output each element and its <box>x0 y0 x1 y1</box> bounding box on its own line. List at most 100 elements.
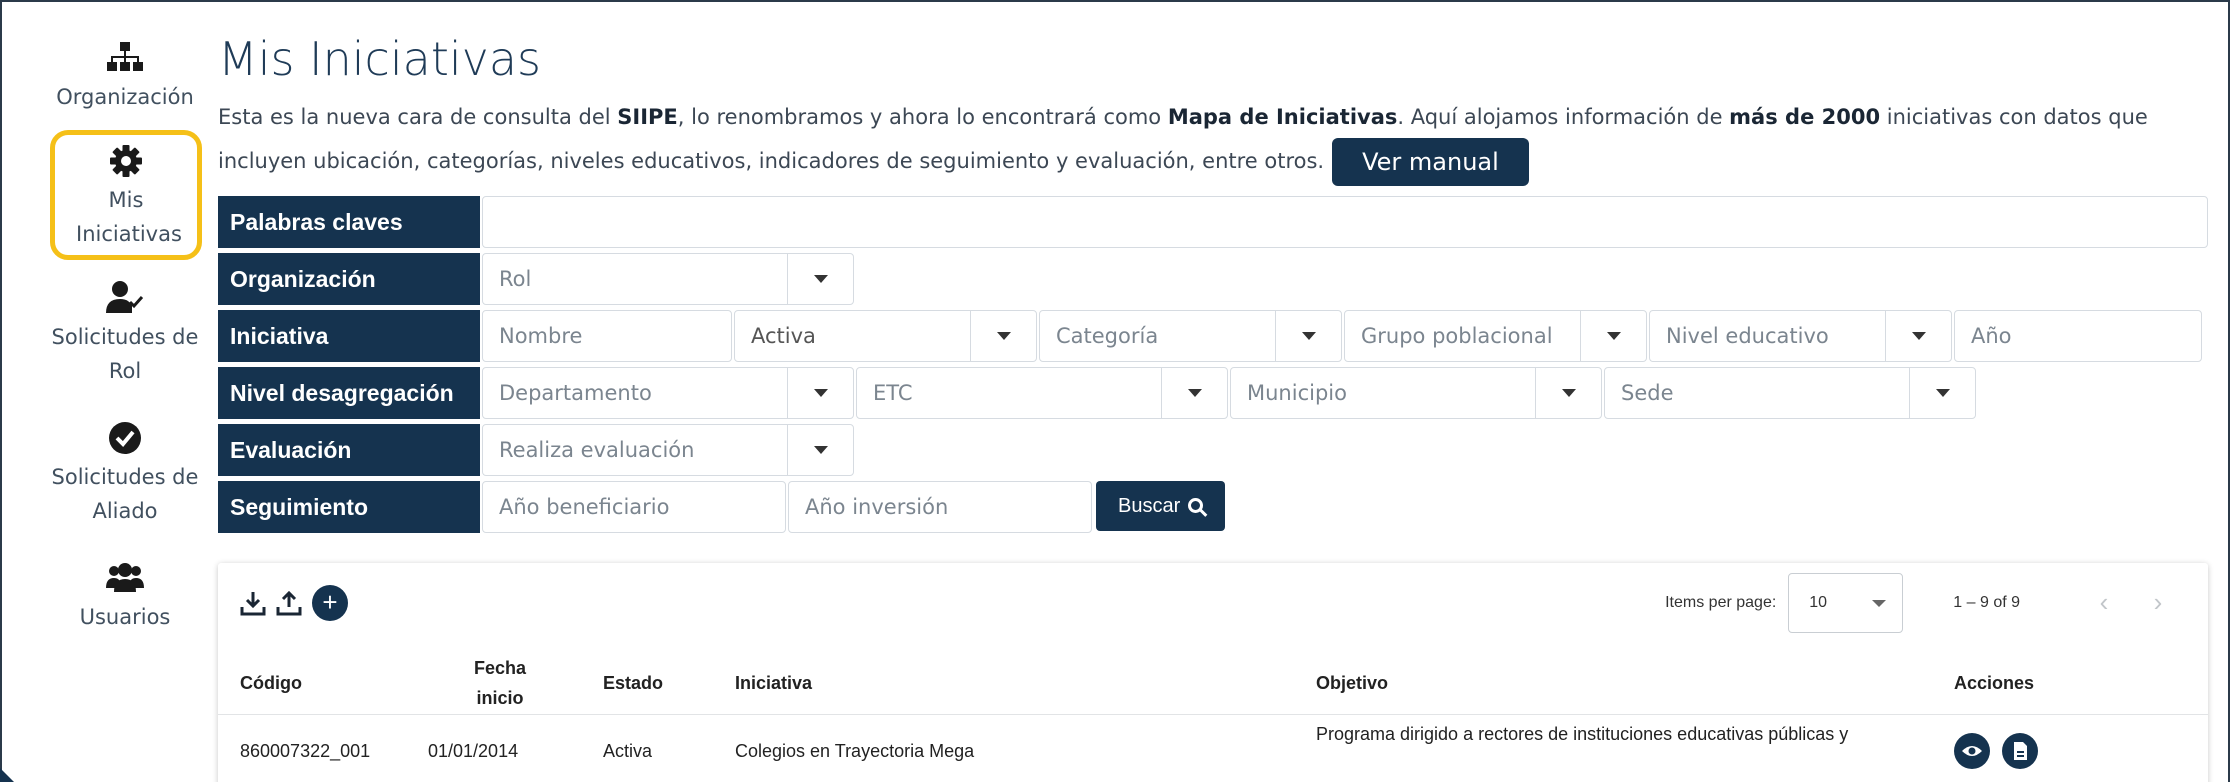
user-check-icon <box>106 281 144 313</box>
document-button[interactable] <box>2002 733 2038 769</box>
sede-select-value: Sede <box>1621 381 1674 405</box>
filter-row-evaluacion: Evaluación Realiza evaluación <box>218 424 2208 476</box>
intro-text-part: Esta es la nueva cara de consulta del <box>218 105 618 129</box>
search-icon <box>1188 498 1204 513</box>
previous-page-button[interactable]: ‹ <box>2084 583 2124 623</box>
buscar-button-label: Buscar <box>1118 495 1181 517</box>
categoria-select[interactable]: Categoría <box>1039 310 1342 362</box>
rol-select[interactable]: Rol <box>482 253 854 305</box>
departamento-select-value: Departamento <box>499 381 652 405</box>
table-row: 860007322_001 01/01/2014 Activa Colegios… <box>218 716 2208 782</box>
intro-text-part: , lo renombramos y ahora lo encontrará c… <box>677 105 1168 129</box>
municipio-select[interactable]: Municipio <box>1230 367 1602 419</box>
users-icon <box>106 563 144 592</box>
anio-beneficiario-input[interactable]: Año beneficiario <box>482 481 786 533</box>
anio-inversion-input[interactable]: Año inversión <box>788 481 1092 533</box>
filter-row-keywords: Palabras claves <box>218 196 2208 248</box>
intro-bold-siipe: SIIPE <box>617 105 678 129</box>
sidebar-item-label: Mis Iniciativas <box>76 188 182 246</box>
sidebar-item-label: Solicitudes de Aliado <box>51 465 199 523</box>
estado-select[interactable]: Activa <box>734 310 1037 362</box>
upload-icon[interactable] <box>276 589 302 617</box>
grupo-poblacional-select[interactable]: Grupo poblacional <box>1344 310 1647 362</box>
main-content: Mis Iniciativas Esta es la nueva cara de… <box>218 30 2208 538</box>
column-header-acciones: Acciones <box>1954 672 2035 693</box>
chevron-down-icon <box>1161 368 1227 418</box>
cell-iniciativa: Colegios en Trayectoria Mega <box>735 740 975 761</box>
chevron-down-icon <box>1275 311 1341 361</box>
sidebar-item-label: Organización <box>56 85 194 109</box>
eye-icon <box>1962 746 1982 756</box>
filter-form: Palabras claves Organización Rol Iniciat… <box>218 196 2208 533</box>
column-header-estado[interactable]: Estado <box>603 651 663 715</box>
sitemap-icon <box>107 42 143 71</box>
nombre-input[interactable]: Nombre <box>482 310 732 362</box>
rol-select-value: Rol <box>499 267 532 291</box>
chevron-down-icon <box>1580 311 1646 361</box>
chevron-down-icon <box>787 254 853 304</box>
cell-fecha: 01/01/2014 <box>428 740 519 761</box>
check-circle-icon <box>109 422 141 454</box>
corner-decoration <box>0 768 14 782</box>
chevron-right-icon: › <box>2153 587 2163 617</box>
sidebar-item-label: Solicitudes de Rol <box>51 325 199 383</box>
filter-label: Seguimiento <box>218 481 480 533</box>
intro-text: Esta es la nueva cara de consulta del SI… <box>218 96 2208 186</box>
cell-acciones <box>1954 716 2050 782</box>
sidebar-item-solicitudes-rol[interactable]: Solicitudes de Rol <box>20 280 230 388</box>
sidebar-item-usuarios[interactable]: Usuarios <box>20 560 230 634</box>
items-per-page-select[interactable]: 10 <box>1788 573 1904 633</box>
filter-row-desagregacion: Nivel desagregación Departamento ETC Mun… <box>218 367 2208 419</box>
sidebar-item-organizacion[interactable]: Organización <box>20 40 230 114</box>
evaluacion-select[interactable]: Realiza evaluación <box>482 424 854 476</box>
filter-label: Iniciativa <box>218 310 480 362</box>
intro-bold-mapa: Mapa de Iniciativas <box>1167 105 1398 129</box>
gear-icon <box>110 145 142 177</box>
add-initiative-button[interactable]: + <box>312 585 348 621</box>
buscar-button[interactable]: Buscar <box>1096 481 1226 531</box>
chevron-down-icon <box>1535 368 1601 418</box>
evaluacion-select-value: Realiza evaluación <box>499 438 695 462</box>
nivel-educativo-select[interactable]: Nivel educativo <box>1649 310 1952 362</box>
ver-manual-button[interactable]: Ver manual <box>1332 138 1529 186</box>
filter-label: Palabras claves <box>218 196 480 248</box>
filter-label: Evaluación <box>218 424 480 476</box>
categoria-select-value: Categoría <box>1056 324 1159 348</box>
cell-objetivo: Programa dirigido a rectores de instituc… <box>1316 724 1849 744</box>
results-table-card: + Items per page: 10 1 – 9 of 9 ‹ › Códi… <box>218 563 2208 782</box>
next-page-button[interactable]: › <box>2138 583 2178 623</box>
etc-select[interactable]: ETC <box>856 367 1228 419</box>
view-button[interactable] <box>1954 733 1990 769</box>
intro-text-part: . Aquí alojamos información de <box>1397 105 1730 129</box>
sidebar-item-mis-iniciativas[interactable]: Mis Iniciativas <box>50 130 202 260</box>
anio-input[interactable]: Año <box>1954 310 2202 362</box>
download-icon[interactable] <box>240 589 266 617</box>
sidebar-item-label: Usuarios <box>79 605 171 629</box>
filter-label: Nivel desagregación <box>218 367 480 419</box>
filter-label: Organización <box>218 253 480 305</box>
filter-row-seguimiento: Seguimiento Año beneficiario Año inversi… <box>218 481 2208 533</box>
column-header-fecha-inicio[interactable]: Fecha inicio <box>450 651 550 715</box>
column-header-codigo[interactable]: Código <box>240 651 302 715</box>
nivel-select-value: Nivel educativo <box>1666 324 1829 348</box>
chevron-down-icon <box>1909 368 1975 418</box>
sede-select[interactable]: Sede <box>1604 367 1976 419</box>
chevron-left-icon: ‹ <box>2099 587 2109 617</box>
column-header-objetivo[interactable]: Objetivo <box>1316 651 1388 715</box>
grupo-select-value: Grupo poblacional <box>1361 324 1553 348</box>
column-header-iniciativa[interactable]: Iniciativa <box>735 651 812 715</box>
cell-codigo: 860007322_001 <box>240 740 371 761</box>
page-title: Mis Iniciativas <box>218 32 542 86</box>
sidebar-item-solicitudes-aliado[interactable]: Solicitudes de Aliado <box>20 420 230 528</box>
filter-row-iniciativa: Iniciativa Nombre Activa Categoría Grupo… <box>218 310 2208 362</box>
departamento-select[interactable]: Departamento <box>482 367 854 419</box>
cell-estado: Activa <box>603 740 653 761</box>
chevron-down-icon <box>970 311 1036 361</box>
page-range-label: 1 – 9 of 9 <box>1953 594 2020 611</box>
chevron-down-icon <box>787 368 853 418</box>
chevron-down-icon <box>787 425 853 475</box>
chevron-down-icon <box>1885 311 1951 361</box>
file-icon <box>2014 742 2027 760</box>
keywords-input[interactable] <box>482 196 2208 248</box>
etc-select-value: ETC <box>873 381 913 405</box>
